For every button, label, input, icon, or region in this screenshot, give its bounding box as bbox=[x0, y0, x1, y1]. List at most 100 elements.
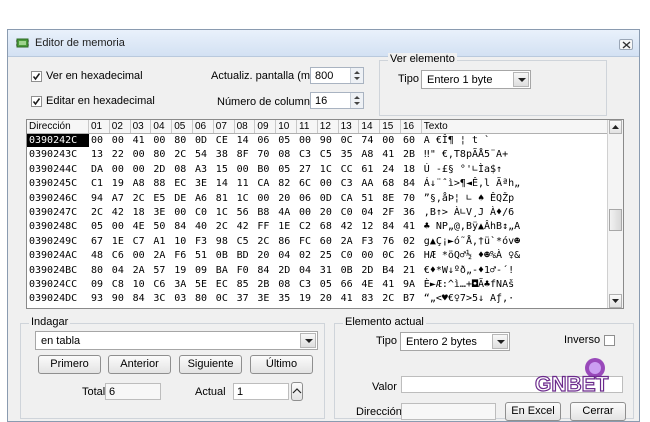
byte-cell[interactable]: 35 bbox=[341, 148, 362, 161]
byte-cell[interactable]: 54 bbox=[195, 148, 216, 161]
text-cell[interactable]: ‼" €,T8pÃÅ5¨A+ bbox=[424, 148, 593, 161]
byte-cell[interactable]: 8F bbox=[237, 148, 258, 161]
byte-cell[interactable]: 2C bbox=[91, 206, 112, 219]
indagar-select[interactable]: en tabla bbox=[35, 331, 318, 350]
text-cell[interactable]: g▲Ç¡►ó˜Å,†ü`*óv☻ bbox=[424, 235, 593, 248]
text-cell[interactable]: Á↓¨ˆì>¶◄Ê‚l Ãªh„ bbox=[424, 177, 593, 190]
byte-cell[interactable]: 1C bbox=[320, 163, 341, 176]
byte-cell[interactable]: 1E bbox=[278, 220, 299, 233]
byte-cell[interactable]: 2B bbox=[257, 278, 278, 291]
table-row[interactable]: 0390249C 67 1E C7 A1 10 F3 98 C5 2C 86 FC 60 2A F3 76 02… bbox=[27, 235, 609, 248]
byte-cell[interactable]: 0C bbox=[382, 249, 403, 262]
byte-cell[interactable]: 15 bbox=[216, 163, 237, 176]
byte-cell[interactable]: 9A bbox=[403, 278, 424, 291]
byte-cell[interactable]: EC bbox=[216, 278, 237, 291]
byte-cell[interactable]: 00 bbox=[133, 249, 154, 262]
byte-cell[interactable]: 02 bbox=[299, 249, 320, 262]
byte-cell[interactable]: 41 bbox=[341, 292, 362, 305]
byte-cell[interactable]: 1C bbox=[216, 206, 237, 219]
byte-cell[interactable]: 51 bbox=[195, 249, 216, 262]
byte-cell[interactable]: 2D bbox=[153, 163, 174, 176]
byte-cell[interactable]: 00 bbox=[133, 148, 154, 161]
byte-cell[interactable]: FC bbox=[299, 235, 320, 248]
byte-cell[interactable]: 09 bbox=[91, 278, 112, 291]
address-cell[interactable]: 0390246C bbox=[27, 192, 89, 205]
byte-cell[interactable]: 00 bbox=[299, 134, 320, 147]
byte-cell[interactable]: 41 bbox=[382, 278, 403, 291]
address-cell[interactable]: 0390243C bbox=[27, 148, 89, 161]
byte-cell[interactable]: 05 bbox=[278, 163, 299, 176]
byte-cell[interactable]: 04 bbox=[361, 206, 382, 219]
byte-cell[interactable]: 6C bbox=[299, 177, 320, 190]
byte-cell[interactable]: 90 bbox=[112, 292, 133, 305]
byte-cell[interactable]: 09 bbox=[195, 264, 216, 277]
table-row[interactable]: 0390248C 05 00 4E 50 84 40 2C 42 FF 1E C2 68 42 12 84 41… bbox=[27, 220, 609, 233]
byte-cell[interactable]: 11 bbox=[237, 177, 258, 190]
byte-cell[interactable]: 19 bbox=[112, 177, 133, 190]
byte-cell[interactable]: 80 bbox=[195, 292, 216, 305]
byte-cell[interactable]: 13 bbox=[91, 148, 112, 161]
tipo-select[interactable]: Entero 1 byte bbox=[421, 70, 531, 89]
text-cell[interactable]: ”§,åÞ¦ ∟ ♠ ÊQŽp bbox=[424, 192, 593, 205]
byte-cell[interactable]: 1E bbox=[112, 235, 133, 248]
byte-cell[interactable]: AA bbox=[361, 177, 382, 190]
byte-cell[interactable]: 04 bbox=[299, 264, 320, 277]
byte-cell[interactable]: 88 bbox=[153, 177, 174, 190]
address-cell[interactable]: 0390247C bbox=[27, 206, 89, 219]
vertical-scrollbar[interactable] bbox=[607, 120, 623, 308]
byte-cell[interactable]: 00 bbox=[174, 206, 195, 219]
byte-cell[interactable]: 2A bbox=[341, 235, 362, 248]
byte-cell[interactable]: 14 bbox=[237, 134, 258, 147]
byte-cell[interactable]: 57 bbox=[153, 264, 174, 277]
byte-cell[interactable]: 2D bbox=[361, 264, 382, 277]
byte-cell[interactable]: 2C bbox=[257, 235, 278, 248]
byte-cell[interactable]: C0 bbox=[195, 206, 216, 219]
byte-cell[interactable]: 74 bbox=[361, 134, 382, 147]
byte-cell[interactable]: 2D bbox=[278, 264, 299, 277]
table-row[interactable]: 0390245C C1 19 A8 88 EC 3E 14 11 CA 82 6C 00 C3 AA 68 84… bbox=[27, 177, 609, 190]
byte-cell[interactable]: 76 bbox=[382, 235, 403, 248]
text-cell[interactable]: €♦*W↓ºð„-♦1♂-´! bbox=[424, 264, 593, 277]
byte-cell[interactable]: 2A bbox=[153, 249, 174, 262]
chevron-down-icon[interactable] bbox=[300, 333, 316, 348]
refresh-spinner[interactable]: 800 bbox=[310, 67, 364, 84]
byte-cell[interactable]: 50 bbox=[153, 220, 174, 233]
byte-cell[interactable]: 2C bbox=[133, 192, 154, 205]
byte-cell[interactable]: 37 bbox=[237, 292, 258, 305]
byte-cell[interactable]: 98 bbox=[216, 235, 237, 248]
byte-cell[interactable]: CA bbox=[257, 177, 278, 190]
text-cell[interactable]: ,B↑> À∟V¸J À♦/6 bbox=[424, 206, 593, 219]
spinner-arrows-icon[interactable] bbox=[350, 68, 363, 83]
table-row[interactable]: 0390246C 94 A7 2C E5 DE A6 81 1C 00 20 06 0D CA 51 8E 70… bbox=[27, 192, 609, 205]
byte-cell[interactable]: 20 bbox=[320, 292, 341, 305]
byte-cell[interactable]: 84 bbox=[257, 264, 278, 277]
byte-cell[interactable]: BA bbox=[216, 264, 237, 277]
byte-cell[interactable]: 84 bbox=[382, 220, 403, 233]
scroll-up-button[interactable] bbox=[609, 120, 622, 134]
address-cell[interactable]: 039024CC bbox=[27, 278, 89, 291]
byte-cell[interactable]: 3A bbox=[174, 278, 195, 291]
byte-cell[interactable]: 3C bbox=[153, 292, 174, 305]
byte-cell[interactable]: A1 bbox=[153, 235, 174, 248]
byte-cell[interactable]: 00 bbox=[112, 163, 133, 176]
byte-cell[interactable]: 1C bbox=[237, 192, 258, 205]
byte-cell[interactable]: C8 bbox=[112, 278, 133, 291]
byte-cell[interactable]: 26 bbox=[403, 249, 424, 262]
byte-cell[interactable]: C2 bbox=[299, 220, 320, 233]
address-cell[interactable]: 0390249C bbox=[27, 235, 89, 248]
inverso-checkbox[interactable] bbox=[604, 335, 615, 346]
byte-cell[interactable]: 19 bbox=[299, 292, 320, 305]
byte-cell[interactable]: 4A bbox=[278, 206, 299, 219]
address-cell[interactable]: 0390245C bbox=[27, 177, 89, 190]
byte-cell[interactable]: F3 bbox=[195, 235, 216, 248]
byte-cell[interactable]: 14 bbox=[216, 177, 237, 190]
address-cell[interactable]: 039024DC bbox=[27, 292, 89, 305]
byte-cell[interactable]: 56 bbox=[237, 206, 258, 219]
byte-cell[interactable]: 10 bbox=[133, 278, 154, 291]
primero-button[interactable]: Primero bbox=[38, 355, 101, 374]
byte-cell[interactable]: 00 bbox=[133, 163, 154, 176]
byte-cell[interactable]: 27 bbox=[299, 163, 320, 176]
text-cell[interactable]: Ú -£§ °'∟Ìa$↑ bbox=[424, 163, 593, 176]
byte-cell[interactable]: 2A bbox=[133, 264, 154, 277]
byte-cell[interactable]: F6 bbox=[174, 249, 195, 262]
